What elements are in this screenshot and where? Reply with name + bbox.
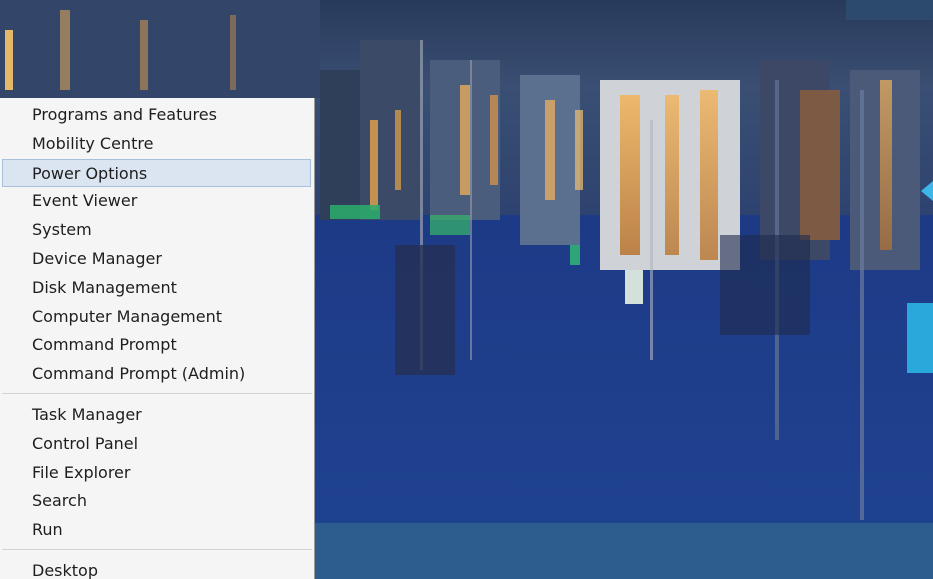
menu-item-command-prompt[interactable]: Command Prompt [0, 331, 314, 360]
menu-item-disk-management[interactable]: Disk Management [0, 274, 314, 303]
menu-separator [2, 392, 312, 394]
menu-item-computer-management[interactable]: Computer Management [0, 303, 314, 332]
menu-item-file-explorer[interactable]: File Explorer [0, 459, 314, 488]
power-user-menu: Programs and Features Mobility Centre Po… [0, 98, 315, 579]
left-arrow-icon[interactable] [921, 181, 933, 201]
menu-group-desktop: Desktop [0, 554, 314, 579]
menu-item-control-panel[interactable]: Control Panel [0, 430, 314, 459]
menu-item-desktop[interactable]: Desktop [0, 557, 314, 579]
menu-item-task-manager[interactable]: Task Manager [0, 401, 314, 430]
menu-item-system[interactable]: System [0, 216, 314, 245]
desktop-screen: Programs and Features Mobility Centre Po… [0, 0, 933, 579]
menu-separator [2, 548, 312, 550]
menu-group-utilities: Task Manager Control Panel File Explorer… [0, 398, 314, 545]
menu-item-command-prompt-admin[interactable]: Command Prompt (Admin) [0, 360, 314, 389]
menu-item-event-viewer[interactable]: Event Viewer [0, 187, 314, 216]
menu-item-search[interactable]: Search [0, 487, 314, 516]
top-right-tile [846, 0, 933, 20]
menu-item-mobility-centre[interactable]: Mobility Centre [0, 130, 314, 159]
menu-item-device-manager[interactable]: Device Manager [0, 245, 314, 274]
menu-item-programs-and-features[interactable]: Programs and Features [0, 101, 314, 130]
charm-handle[interactable] [907, 303, 933, 373]
menu-item-run[interactable]: Run [0, 516, 314, 545]
menu-item-power-options[interactable]: Power Options [2, 158, 311, 188]
menu-group-system-tools: Programs and Features Mobility Centre Po… [0, 98, 314, 389]
